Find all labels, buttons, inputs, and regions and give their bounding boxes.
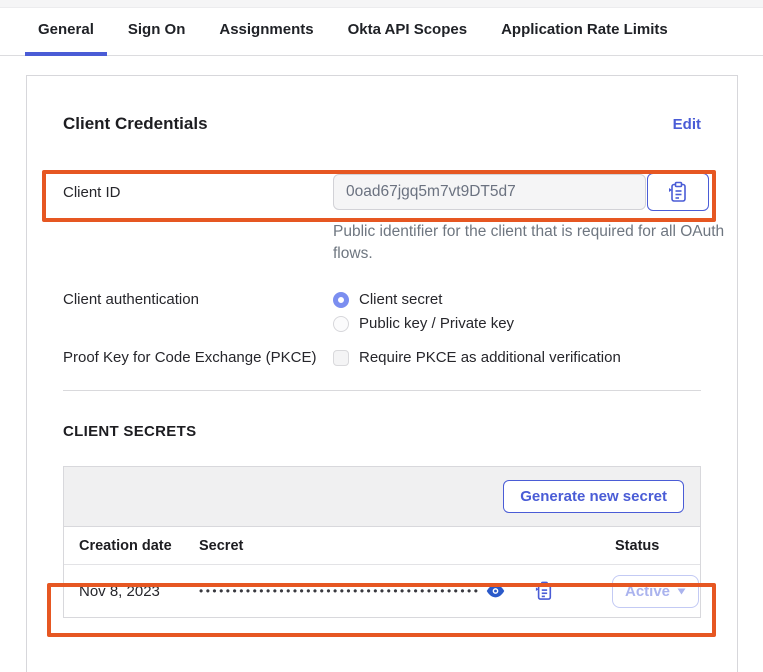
tab-application-rate-limits[interactable]: Application Rate Limits [488,7,681,56]
status-label: Active [625,583,670,600]
checkbox-unchecked-icon[interactable] [333,350,349,366]
generate-new-secret-button[interactable]: Generate new secret [503,480,684,513]
clipboard-icon [535,581,553,601]
table-row: Nov 8, 2023 ••••••••••••••••••••••••••••… [64,565,700,617]
status-cell: Active [590,575,700,608]
edit-link[interactable]: Edit [673,116,701,133]
reveal-secret-button[interactable] [484,582,507,600]
radio-option-client-secret[interactable]: Client secret [333,291,514,308]
section-divider [63,390,701,391]
client-id-input[interactable] [333,174,646,210]
client-credentials-header: Client Credentials Edit [63,114,701,134]
radio-label: Client secret [359,291,442,308]
creation-date-cell: Nov 8, 2023 [79,583,199,600]
caret-down-icon [677,588,686,595]
status-dropdown-button[interactable]: Active [612,575,699,608]
client-credentials-card: Client Credentials Edit Client ID [26,75,738,672]
client-authentication-options: Client secret Public key / Private key [333,291,514,332]
tab-general[interactable]: General [25,7,107,56]
client-secrets-table: Generate new secret Creation date Secret… [63,466,701,618]
client-authentication-row: Client authentication Client secret Publ… [63,291,701,332]
pkce-row: Proof Key for Code Exchange (PKCE) Requi… [63,349,701,366]
pkce-label: Proof Key for Code Exchange (PKCE) [63,349,333,366]
client-secrets-title: CLIENT SECRETS [63,423,701,440]
column-header-creation-date: Creation date [79,538,199,554]
clipboard-icon [668,181,688,203]
app-tab-bar: General Sign On Assignments Okta API Sco… [0,8,763,56]
radio-option-public-private-key[interactable]: Public key / Private key [333,315,514,332]
secret-cell: ••••••••••••••••••••••••••••••••••••••••… [199,579,590,603]
client-id-label: Client ID [63,184,333,201]
table-toolbar: Generate new secret [64,467,700,527]
copy-secret-button[interactable] [533,579,555,603]
column-header-status: Status [590,538,700,554]
radio-unselected-icon[interactable] [333,316,349,332]
copy-client-id-button[interactable] [647,173,709,211]
pkce-option-label: Require PKCE as additional verification [359,349,621,366]
eye-icon [486,584,505,598]
client-id-group [333,173,709,211]
client-id-help-text: Public identifier for the client that is… [333,221,753,265]
section-title: Client Credentials [63,114,208,134]
tab-okta-api-scopes[interactable]: Okta API Scopes [335,7,481,56]
column-header-secret: Secret [199,538,590,554]
client-authentication-label: Client authentication [63,291,333,332]
client-id-row: Client ID [63,173,701,211]
tab-assignments[interactable]: Assignments [206,7,326,56]
masked-secret-value: ••••••••••••••••••••••••••••••••••••••••… [199,584,480,598]
radio-label: Public key / Private key [359,315,514,332]
pkce-option[interactable]: Require PKCE as additional verification [333,349,621,366]
tab-sign-on[interactable]: Sign On [115,7,199,56]
radio-selected-icon[interactable] [333,292,349,308]
table-header-row: Creation date Secret Status [64,527,700,565]
